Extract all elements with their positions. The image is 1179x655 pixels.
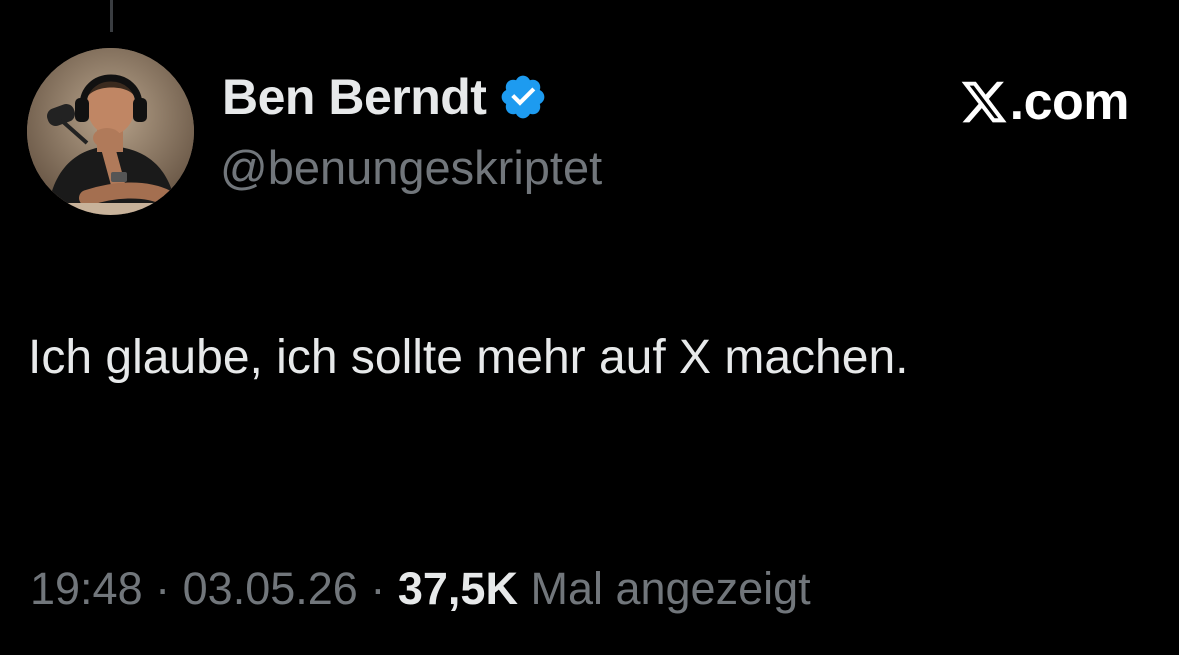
meta-separator: · bbox=[370, 563, 386, 614]
thread-connector-line bbox=[110, 0, 113, 32]
avatar[interactable] bbox=[27, 48, 194, 215]
brand-domain-suffix: .com bbox=[1009, 73, 1130, 131]
tweet-time[interactable]: 19:48 bbox=[30, 563, 143, 614]
meta-separator: · bbox=[155, 563, 171, 614]
avatar-photo bbox=[27, 48, 194, 215]
views-count: 37,5K bbox=[397, 563, 518, 614]
x-com-brand: .com bbox=[959, 72, 1130, 132]
verified-badge-icon bbox=[498, 72, 548, 122]
author-name-row[interactable]: Ben Berndt bbox=[222, 68, 548, 126]
author-handle[interactable]: @benungeskriptet bbox=[220, 140, 602, 195]
tweet-date[interactable]: 03.05.26 bbox=[183, 563, 358, 614]
tweet-meta: 19:48 · 03.05.26 · 37,5K Mal angezeigt bbox=[30, 563, 811, 615]
views-label: Mal angezeigt bbox=[530, 563, 811, 614]
tweet-text: Ich glaube, ich sollte mehr auf X machen… bbox=[28, 331, 909, 384]
x-logo-icon bbox=[959, 76, 1009, 128]
author-display-name[interactable]: Ben Berndt bbox=[222, 68, 487, 126]
